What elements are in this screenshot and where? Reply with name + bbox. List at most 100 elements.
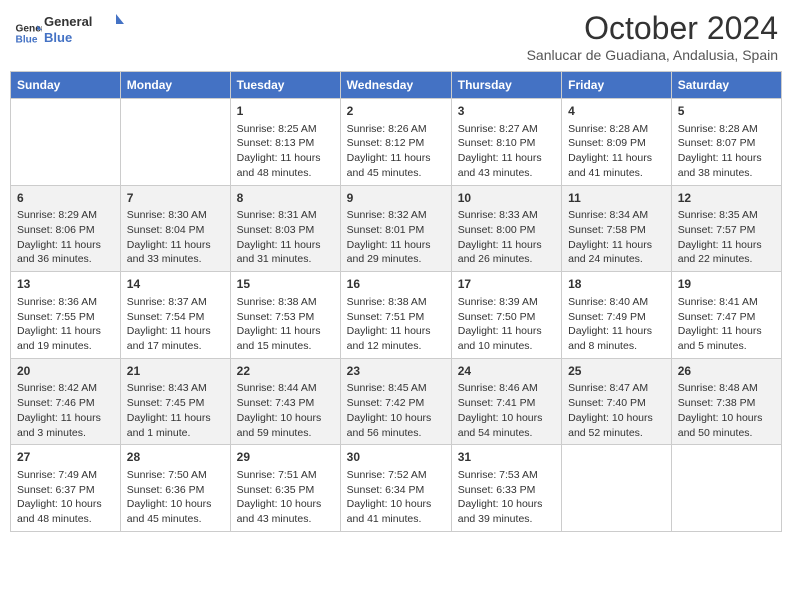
- header-wednesday: Wednesday: [340, 72, 451, 99]
- header-saturday: Saturday: [671, 72, 781, 99]
- svg-text:Blue: Blue: [44, 30, 72, 45]
- day-info: Sunrise: 8:32 AM Sunset: 8:01 PM Dayligh…: [347, 209, 431, 265]
- logo-icon: General Blue: [14, 19, 42, 47]
- week-row-1: 1 Sunrise: 8:25 AM Sunset: 8:13 PM Daylig…: [11, 99, 782, 186]
- day-cell: 9Sunrise: 8:32 AM Sunset: 8:01 PM Daylig…: [340, 185, 451, 272]
- day-number: 29: [237, 449, 334, 466]
- day-number: 28: [127, 449, 224, 466]
- day-info: Sunrise: 8:41 AM Sunset: 7:47 PM Dayligh…: [678, 296, 762, 352]
- day-info: Sunrise: 8:40 AM Sunset: 7:49 PM Dayligh…: [568, 296, 652, 352]
- title-area: October 2024 Sanlucar de Guadiana, Andal…: [527, 10, 778, 63]
- day-cell: 27 Sunrise: 7:49 AM Sunset: 6:37 PM Dayli…: [11, 445, 121, 532]
- header-monday: Monday: [120, 72, 230, 99]
- day-info: Sunrise: 7:52 AM Sunset: 6:34 PM Dayligh…: [347, 469, 432, 525]
- day-cell: 2 Sunrise: 8:26 AM Sunset: 8:12 PM Daylig…: [340, 99, 451, 186]
- days-header-row: SundayMondayTuesdayWednesdayThursdayFrid…: [11, 72, 782, 99]
- day-number: 22: [237, 363, 334, 380]
- day-number: 11: [568, 190, 665, 207]
- day-cell: 26 Sunrise: 8:48 AM Sunset: 7:38 PM Dayli…: [671, 358, 781, 445]
- day-number: 6: [17, 190, 114, 207]
- day-cell: 29 Sunrise: 7:51 AM Sunset: 6:35 PM Dayli…: [230, 445, 340, 532]
- svg-text:Blue: Blue: [16, 34, 38, 45]
- day-number: 19: [678, 276, 775, 293]
- day-cell: [120, 99, 230, 186]
- day-info: Sunrise: 7:53 AM Sunset: 6:33 PM Dayligh…: [458, 469, 543, 525]
- day-info: Sunrise: 7:49 AM Sunset: 6:37 PM Dayligh…: [17, 469, 102, 525]
- day-cell: 15 Sunrise: 8:38 AM Sunset: 7:53 PM Dayli…: [230, 272, 340, 359]
- day-cell: 5Sunrise: 8:28 AM Sunset: 8:07 PM Daylig…: [671, 99, 781, 186]
- day-cell: 12Sunrise: 8:35 AM Sunset: 7:57 PM Dayli…: [671, 185, 781, 272]
- day-number: 27: [17, 449, 114, 466]
- day-cell: 19 Sunrise: 8:41 AM Sunset: 7:47 PM Dayli…: [671, 272, 781, 359]
- day-number: 2: [347, 103, 445, 120]
- day-info: Sunrise: 8:37 AM Sunset: 7:54 PM Dayligh…: [127, 296, 211, 352]
- day-cell: 21Sunrise: 8:43 AM Sunset: 7:45 PM Dayli…: [120, 358, 230, 445]
- day-info: Sunrise: 8:48 AM Sunset: 7:38 PM Dayligh…: [678, 382, 763, 438]
- day-cell: 25Sunrise: 8:47 AM Sunset: 7:40 PM Dayli…: [562, 358, 672, 445]
- day-cell: 31 Sunrise: 7:53 AM Sunset: 6:33 PM Dayli…: [451, 445, 561, 532]
- day-number: 16: [347, 276, 445, 293]
- day-cell: 28 Sunrise: 7:50 AM Sunset: 6:36 PM Dayli…: [120, 445, 230, 532]
- day-info: Sunrise: 8:33 AM Sunset: 8:00 PM Dayligh…: [458, 209, 542, 265]
- day-cell: 22 Sunrise: 8:44 AM Sunset: 7:43 PM Dayli…: [230, 358, 340, 445]
- day-cell: 17 Sunrise: 8:39 AM Sunset: 7:50 PM Dayli…: [451, 272, 561, 359]
- day-cell: 4 Sunrise: 8:28 AM Sunset: 8:09 PM Daylig…: [562, 99, 672, 186]
- day-cell: 24 Sunrise: 8:46 AM Sunset: 7:41 PM Dayli…: [451, 358, 561, 445]
- day-number: 12: [678, 190, 775, 207]
- day-number: 3: [458, 103, 555, 120]
- day-number: 25: [568, 363, 665, 380]
- day-info: Sunrise: 8:45 AM Sunset: 7:42 PM Dayligh…: [347, 382, 432, 438]
- header-sunday: Sunday: [11, 72, 121, 99]
- day-info: Sunrise: 8:29 AM Sunset: 8:06 PM Dayligh…: [17, 209, 101, 265]
- day-cell: 20Sunrise: 8:42 AM Sunset: 7:46 PM Dayli…: [11, 358, 121, 445]
- day-info: Sunrise: 8:38 AM Sunset: 7:53 PM Dayligh…: [237, 296, 321, 352]
- day-cell: 18 Sunrise: 8:40 AM Sunset: 7:49 PM Dayli…: [562, 272, 672, 359]
- day-info: Sunrise: 8:28 AM Sunset: 8:09 PM Dayligh…: [568, 123, 652, 179]
- day-info: Sunrise: 8:44 AM Sunset: 7:43 PM Dayligh…: [237, 382, 322, 438]
- day-info: Sunrise: 8:27 AM Sunset: 8:10 PM Dayligh…: [458, 123, 542, 179]
- logo: General Blue General Blue: [14, 10, 124, 55]
- day-info: Sunrise: 8:36 AM Sunset: 7:55 PM Dayligh…: [17, 296, 101, 352]
- day-number: 20: [17, 363, 114, 380]
- day-number: 13: [17, 276, 114, 293]
- day-cell: 13 Sunrise: 8:36 AM Sunset: 7:55 PM Dayli…: [11, 272, 121, 359]
- day-number: 18: [568, 276, 665, 293]
- day-number: 26: [678, 363, 775, 380]
- header-thursday: Thursday: [451, 72, 561, 99]
- day-number: 24: [458, 363, 555, 380]
- day-number: 30: [347, 449, 445, 466]
- day-number: 15: [237, 276, 334, 293]
- day-info: Sunrise: 8:30 AM Sunset: 8:04 PM Dayligh…: [127, 209, 211, 265]
- day-info: Sunrise: 7:50 AM Sunset: 6:36 PM Dayligh…: [127, 469, 212, 525]
- header-friday: Friday: [562, 72, 672, 99]
- day-cell: [562, 445, 672, 532]
- day-info: Sunrise: 8:25 AM Sunset: 8:13 PM Dayligh…: [237, 123, 321, 179]
- day-cell: 14 Sunrise: 8:37 AM Sunset: 7:54 PM Dayli…: [120, 272, 230, 359]
- day-cell: 10Sunrise: 8:33 AM Sunset: 8:00 PM Dayli…: [451, 185, 561, 272]
- header-tuesday: Tuesday: [230, 72, 340, 99]
- day-info: Sunrise: 8:46 AM Sunset: 7:41 PM Dayligh…: [458, 382, 543, 438]
- day-info: Sunrise: 8:26 AM Sunset: 8:12 PM Dayligh…: [347, 123, 431, 179]
- logo-svg: General Blue: [44, 10, 124, 50]
- day-cell: 1 Sunrise: 8:25 AM Sunset: 8:13 PM Daylig…: [230, 99, 340, 186]
- day-info: Sunrise: 8:39 AM Sunset: 7:50 PM Dayligh…: [458, 296, 542, 352]
- day-number: 14: [127, 276, 224, 293]
- month-title: October 2024: [527, 10, 778, 47]
- day-number: 7: [127, 190, 224, 207]
- day-cell: 30 Sunrise: 7:52 AM Sunset: 6:34 PM Dayli…: [340, 445, 451, 532]
- day-number: 1: [237, 103, 334, 120]
- day-info: Sunrise: 7:51 AM Sunset: 6:35 PM Dayligh…: [237, 469, 322, 525]
- day-number: 31: [458, 449, 555, 466]
- day-info: Sunrise: 8:43 AM Sunset: 7:45 PM Dayligh…: [127, 382, 211, 438]
- day-number: 17: [458, 276, 555, 293]
- day-info: Sunrise: 8:34 AM Sunset: 7:58 PM Dayligh…: [568, 209, 652, 265]
- day-cell: 23 Sunrise: 8:45 AM Sunset: 7:42 PM Dayli…: [340, 358, 451, 445]
- day-number: 23: [347, 363, 445, 380]
- svg-text:General: General: [44, 14, 92, 29]
- day-cell: 11 Sunrise: 8:34 AM Sunset: 7:58 PM Dayli…: [562, 185, 672, 272]
- day-cell: [11, 99, 121, 186]
- day-number: 4: [568, 103, 665, 120]
- calendar-table: SundayMondayTuesdayWednesdayThursdayFrid…: [10, 71, 782, 532]
- page-header: General Blue General Blue October 2024 S…: [10, 10, 782, 63]
- day-number: 8: [237, 190, 334, 207]
